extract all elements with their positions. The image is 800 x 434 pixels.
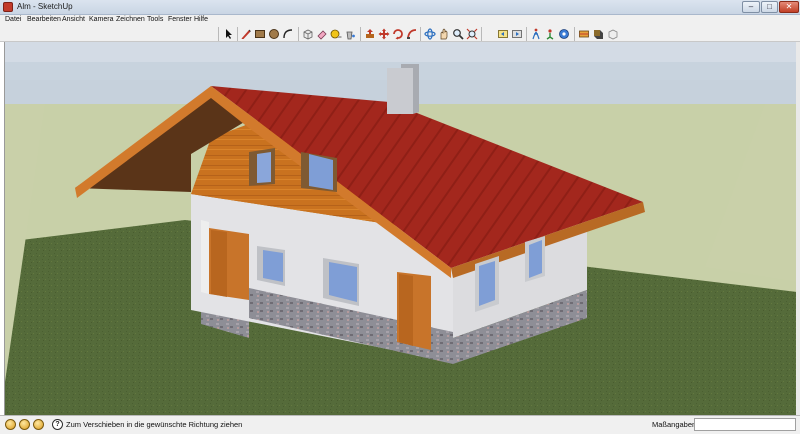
walk-icon[interactable]	[530, 28, 542, 40]
arc-icon[interactable]	[282, 28, 294, 40]
look-around-icon[interactable]	[558, 28, 570, 40]
menu-hilfe[interactable]: Hilfe	[194, 16, 208, 23]
menu-bar: Datei Bearbeiten Ansicht Kamera Zeichnen…	[0, 15, 800, 26]
front-window-2	[329, 262, 357, 302]
menu-tools[interactable]: Tools	[147, 16, 163, 23]
zoom-extents-icon[interactable]	[466, 28, 478, 40]
status-message: Zum Verschieben in die gewünschte Richtu…	[66, 420, 243, 429]
menu-fenster[interactable]: Fenster	[168, 16, 192, 23]
maximize-button[interactable]: □	[761, 1, 778, 13]
toolbar-separator	[481, 27, 482, 41]
menu-ansicht[interactable]: Ansicht	[62, 16, 85, 23]
toolbar-separator	[526, 27, 527, 41]
main-toolbar	[0, 26, 800, 42]
rotate-icon[interactable]	[392, 28, 404, 40]
menu-kamera[interactable]: Kamera	[89, 16, 114, 23]
right-window-1	[479, 261, 495, 306]
select-arrow-icon[interactable]	[223, 28, 235, 40]
house-model-scene	[5, 42, 796, 415]
circle-icon[interactable]	[268, 28, 280, 40]
minimize-button[interactable]: –	[742, 1, 760, 13]
toolbar-separator	[237, 27, 238, 41]
menu-bearbeiten[interactable]: Bearbeiten	[27, 16, 61, 23]
next-view-icon[interactable]	[511, 28, 523, 40]
gable-window-left	[257, 152, 271, 183]
make-component-icon[interactable]	[302, 28, 314, 40]
gable-window-right	[309, 154, 333, 190]
shadow-settings-icon[interactable]	[592, 28, 604, 40]
right-window-2	[529, 240, 542, 278]
paint-bucket-icon[interactable]	[344, 28, 356, 40]
sketchup-app-icon[interactable]	[3, 2, 13, 12]
components-icon[interactable]	[607, 28, 619, 40]
close-button[interactable]: ✕	[779, 1, 799, 13]
measurements-input[interactable]	[694, 418, 796, 431]
window-title: Alm - SketchUp	[17, 2, 73, 11]
zoom-icon[interactable]	[452, 28, 464, 40]
menu-datei[interactable]: Datei	[5, 16, 21, 23]
front-window-1	[263, 250, 283, 282]
help-icon[interactable]: ?	[52, 419, 63, 430]
measurements-label: Maßangaben	[652, 420, 697, 429]
toolbar-separator	[574, 27, 575, 41]
chimney-front	[387, 68, 413, 114]
rectangle-icon[interactable]	[254, 28, 266, 40]
pencil-line-icon[interactable]	[240, 28, 252, 40]
title-bar: Alm - SketchUp – □ ✕	[0, 0, 800, 15]
follow-me-icon[interactable]	[406, 28, 418, 40]
sky-band-top	[5, 42, 796, 62]
move-icon[interactable]	[378, 28, 390, 40]
toolbar-separator	[298, 27, 299, 41]
orbit-icon[interactable]	[424, 28, 436, 40]
toolbar-separator	[420, 27, 421, 41]
user-account-icon[interactable]	[33, 419, 44, 430]
section-plane-icon[interactable]	[578, 28, 590, 40]
tape-measure-icon[interactable]	[330, 28, 342, 40]
pan-icon[interactable]	[438, 28, 450, 40]
status-bar: ? Zum Verschieben in die gewünschte Rich…	[0, 415, 800, 434]
eraser-icon[interactable]	[316, 28, 328, 40]
viewport-right-edge	[796, 42, 800, 415]
push-pull-icon[interactable]	[364, 28, 376, 40]
toolbar-separator	[218, 27, 219, 41]
toolbar-separator	[360, 27, 361, 41]
left-wall-pillar	[201, 220, 209, 294]
credits-icon[interactable]	[19, 419, 30, 430]
geo-location-icon[interactable]	[5, 419, 16, 430]
menu-zeichnen[interactable]: Zeichnen	[116, 16, 145, 23]
previous-view-icon[interactable]	[497, 28, 509, 40]
position-camera-icon[interactable]	[544, 28, 556, 40]
model-viewport[interactable]	[4, 42, 796, 415]
